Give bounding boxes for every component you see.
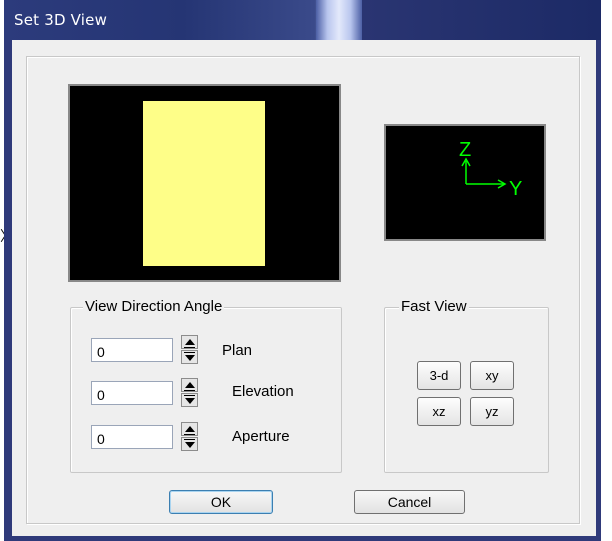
ok-button[interactable]: OK (169, 490, 273, 514)
view-direction-group-label: View Direction Angle (83, 298, 225, 315)
elevation-angle-input[interactable] (91, 381, 173, 405)
axes-icon: Z Y (459, 139, 522, 200)
plan-angle-input[interactable] (91, 338, 173, 362)
fast-view-xy-button[interactable]: xy (470, 361, 514, 390)
z-axis-label: Z (459, 139, 471, 161)
fast-view-3d-button[interactable]: 3-d (417, 361, 461, 390)
y-axis-label: Y (509, 178, 522, 200)
title-bar-highlight (316, 0, 362, 40)
elevation-label: Elevation (232, 383, 294, 400)
plan-spin-up-button[interactable] (181, 335, 198, 349)
plan-angle-spinner[interactable] (181, 335, 198, 365)
elevation-spin-up-button[interactable] (181, 378, 198, 392)
fast-view-xz-button[interactable]: xz (417, 397, 461, 426)
fast-view-group-label: Fast View (399, 298, 469, 315)
aperture-spin-down-button[interactable] (181, 437, 198, 451)
elevation-angle-spinner[interactable] (181, 378, 198, 408)
title-bar[interactable]: Set 3D View (4, 0, 601, 40)
dialog-client-area: Z Y View Direction Angle Plan Elevation (12, 40, 596, 536)
elevation-spin-down-button[interactable] (181, 393, 198, 407)
fast-view-yz-button[interactable]: yz (470, 397, 514, 426)
plan-spin-down-button[interactable] (181, 350, 198, 364)
set-3d-view-dialog: Set 3D View Z Y View Direction Angle 0 P… (4, 0, 601, 541)
aperture-angle-input[interactable] (91, 425, 173, 449)
fast-view-group: Fast View 3-d xy xz yz (384, 298, 549, 473)
plan-label: Plan (222, 342, 253, 359)
window-title: Set 3D View (14, 11, 108, 29)
preview-object (143, 101, 265, 266)
axis-orientation-preview: Z Y (384, 124, 546, 241)
cancel-button[interactable]: Cancel (354, 490, 465, 514)
aperture-angle-spinner[interactable] (181, 422, 198, 452)
view-direction-group: View Direction Angle Plan Elevation Aper… (70, 298, 342, 473)
view-preview-canvas (68, 84, 341, 282)
aperture-spin-up-button[interactable] (181, 422, 198, 436)
aperture-label: Aperture (232, 428, 290, 445)
